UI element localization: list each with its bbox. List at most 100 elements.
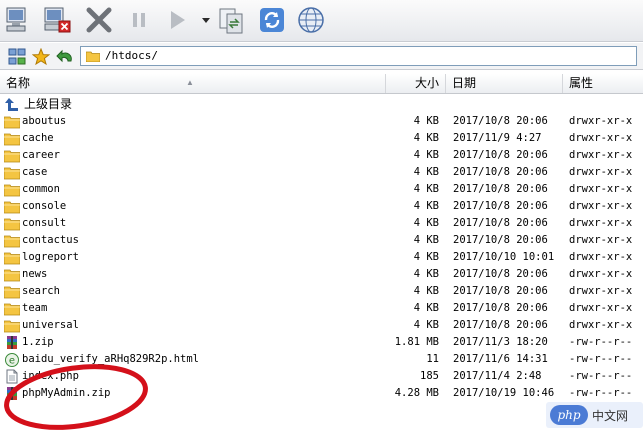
play-button[interactable]: [160, 3, 194, 37]
folder-icon: [4, 235, 20, 248]
file-row[interactable]: console 4 KB 2017/10/8 20:06 drwxr-xr-x: [0, 198, 643, 215]
disconnect-button[interactable]: [40, 3, 74, 37]
file-row[interactable]: consult 4 KB 2017/10/8 20:06 drwxr-xr-x: [0, 215, 643, 232]
col-size-header[interactable]: 大小: [386, 74, 446, 93]
archive-icon: [7, 336, 17, 349]
column-header: 名称 ▲ 大小 日期 属性: [0, 74, 643, 94]
pause-icon: [133, 13, 145, 27]
file-name: news: [22, 268, 48, 280]
file-size: 4 KB: [413, 132, 439, 144]
file-name: universal: [22, 319, 79, 331]
file-permissions: drwxr-xr-x: [569, 166, 633, 178]
file-row[interactable]: news 4 KB 2017/10/8 20:06 drwxr-xr-x: [0, 266, 643, 283]
file-name: team: [22, 302, 48, 314]
file-name: search: [22, 285, 60, 297]
file-permissions: drwxr-xr-x: [569, 183, 633, 195]
archive-icon: [7, 387, 17, 400]
file-row[interactable]: 1.zip 1.81 MB 2017/11/3 18:20 -rw-r--r--: [0, 334, 643, 351]
file-permissions: drwxr-xr-x: [569, 285, 633, 297]
file-row[interactable]: logreport 4 KB 2017/10/10 10:01 drwxr-xr-x: [0, 249, 643, 266]
col-perm-header[interactable]: 属性: [563, 74, 643, 93]
toolbar: [0, 0, 643, 42]
file-row[interactable]: aboutus 4 KB 2017/10/8 20:06 drwxr-xr-x: [0, 113, 643, 130]
file-row[interactable]: contactus 4 KB 2017/10/8 20:06 drwxr-xr-x: [0, 232, 643, 249]
file-row[interactable]: index.php 185 2017/11/4 2:48 -rw-r--r--: [0, 368, 643, 385]
file-date: 2017/10/19 10:46: [453, 387, 555, 399]
col-name-header[interactable]: 名称 ▲: [0, 74, 386, 93]
file-size: 1.81 MB: [394, 336, 439, 348]
file-name: console: [22, 200, 67, 212]
file-date: 2017/11/6 14:31: [453, 353, 548, 365]
file-permissions: drwxr-xr-x: [569, 115, 633, 127]
file-size: 4 KB: [413, 234, 439, 246]
file-row[interactable]: e baidu_verify_aRHq829R2p.html 11 2017/11/6…: [0, 351, 643, 368]
star-icon[interactable]: [32, 48, 50, 66]
folder-icon: [4, 133, 20, 146]
address-input[interactable]: /htdocs/: [80, 46, 637, 66]
file-row[interactable]: cache 4 KB 2017/11/9 4:27 drwxr-xr-x: [0, 130, 643, 147]
col-date-label: 日期: [452, 76, 477, 90]
file-permissions: drwxr-xr-x: [569, 302, 633, 314]
file-size: 4 KB: [413, 319, 439, 331]
file-date: 2017/10/8 20:06: [453, 285, 548, 297]
address-path: /htdocs/: [105, 49, 158, 62]
sync-button[interactable]: [214, 3, 248, 37]
folder-icon: [4, 167, 20, 180]
file-size: 4 KB: [413, 183, 439, 195]
col-date-header[interactable]: 日期: [446, 74, 563, 93]
file-date: 2017/10/10 10:01: [453, 251, 555, 263]
file-permissions: -rw-r--r--: [569, 370, 633, 382]
file-row[interactable]: career 4 KB 2017/10/8 20:06 drwxr-xr-x: [0, 147, 643, 164]
chevron-down-icon[interactable]: [202, 18, 210, 24]
folder-icon: [4, 150, 20, 163]
file-date: 2017/10/8 20:06: [453, 183, 548, 195]
folder-icon: [4, 320, 20, 333]
folder-icon: [4, 201, 20, 214]
folder-icon: [4, 303, 20, 316]
parent-directory-row[interactable]: 上级目录: [0, 96, 643, 113]
refresh-icon: [260, 8, 284, 32]
file-name: baidu_verify_aRHq829R2p.html: [22, 353, 200, 365]
file-size: 4 KB: [413, 268, 439, 280]
file-date: 2017/11/9 4:27: [453, 132, 542, 144]
watermark-logo: php: [550, 405, 588, 425]
file-size: 11: [426, 353, 439, 365]
watermark-text: 中文网: [592, 408, 629, 423]
file-row[interactable]: search 4 KB 2017/10/8 20:06 drwxr-xr-x: [0, 283, 643, 300]
file-name: contactus: [22, 234, 79, 246]
computer-disconnect-icon: [44, 7, 71, 33]
back-arrow-icon[interactable]: [56, 48, 74, 66]
connect-button[interactable]: [2, 3, 36, 37]
file-date: 2017/10/8 20:06: [453, 234, 548, 246]
file-permissions: drwxr-xr-x: [569, 251, 633, 263]
file-permissions: -rw-r--r--: [569, 353, 633, 365]
file-permissions: drwxr-xr-x: [569, 319, 633, 331]
php-file-icon: [6, 369, 18, 384]
file-row[interactable]: universal 4 KB 2017/10/8 20:06 drwxr-xr-x: [0, 317, 643, 334]
col-perm-label: 属性: [569, 76, 594, 90]
file-row[interactable]: common 4 KB 2017/10/8 20:06 drwxr-xr-x: [0, 181, 643, 198]
file-date: 2017/10/8 20:06: [453, 217, 548, 229]
sort-up-icon: ▲: [186, 78, 194, 87]
file-date: 2017/10/8 20:06: [453, 149, 548, 161]
file-name: phpMyAdmin.zip: [22, 387, 111, 399]
site-tree-icon[interactable]: [8, 48, 26, 66]
file-permissions: -rw-r--r--: [569, 387, 633, 399]
pause-button[interactable]: [122, 3, 156, 37]
file-size: 4 KB: [413, 115, 439, 127]
stop-button[interactable]: [82, 3, 116, 37]
site-button[interactable]: [294, 3, 328, 37]
file-row[interactable]: phpMyAdmin.zip 4.28 MB 2017/10/19 10:46 -rw…: [0, 385, 643, 402]
file-date: 2017/11/4 2:48: [453, 370, 542, 382]
file-date: 2017/10/8 20:06: [453, 302, 548, 314]
file-row[interactable]: case 4 KB 2017/10/8 20:06 drwxr-xr-x: [0, 164, 643, 181]
col-size-label: 大小: [414, 76, 439, 90]
folder-icon: [86, 51, 100, 62]
html-file-icon: e: [5, 353, 19, 367]
file-name: cache: [22, 132, 54, 144]
file-permissions: drwxr-xr-x: [569, 234, 633, 246]
file-row[interactable]: team 4 KB 2017/10/8 20:06 drwxr-xr-x: [0, 300, 643, 317]
refresh-button[interactable]: [255, 3, 289, 37]
file-name: common: [22, 183, 60, 195]
file-permissions: drwxr-xr-x: [569, 132, 633, 144]
